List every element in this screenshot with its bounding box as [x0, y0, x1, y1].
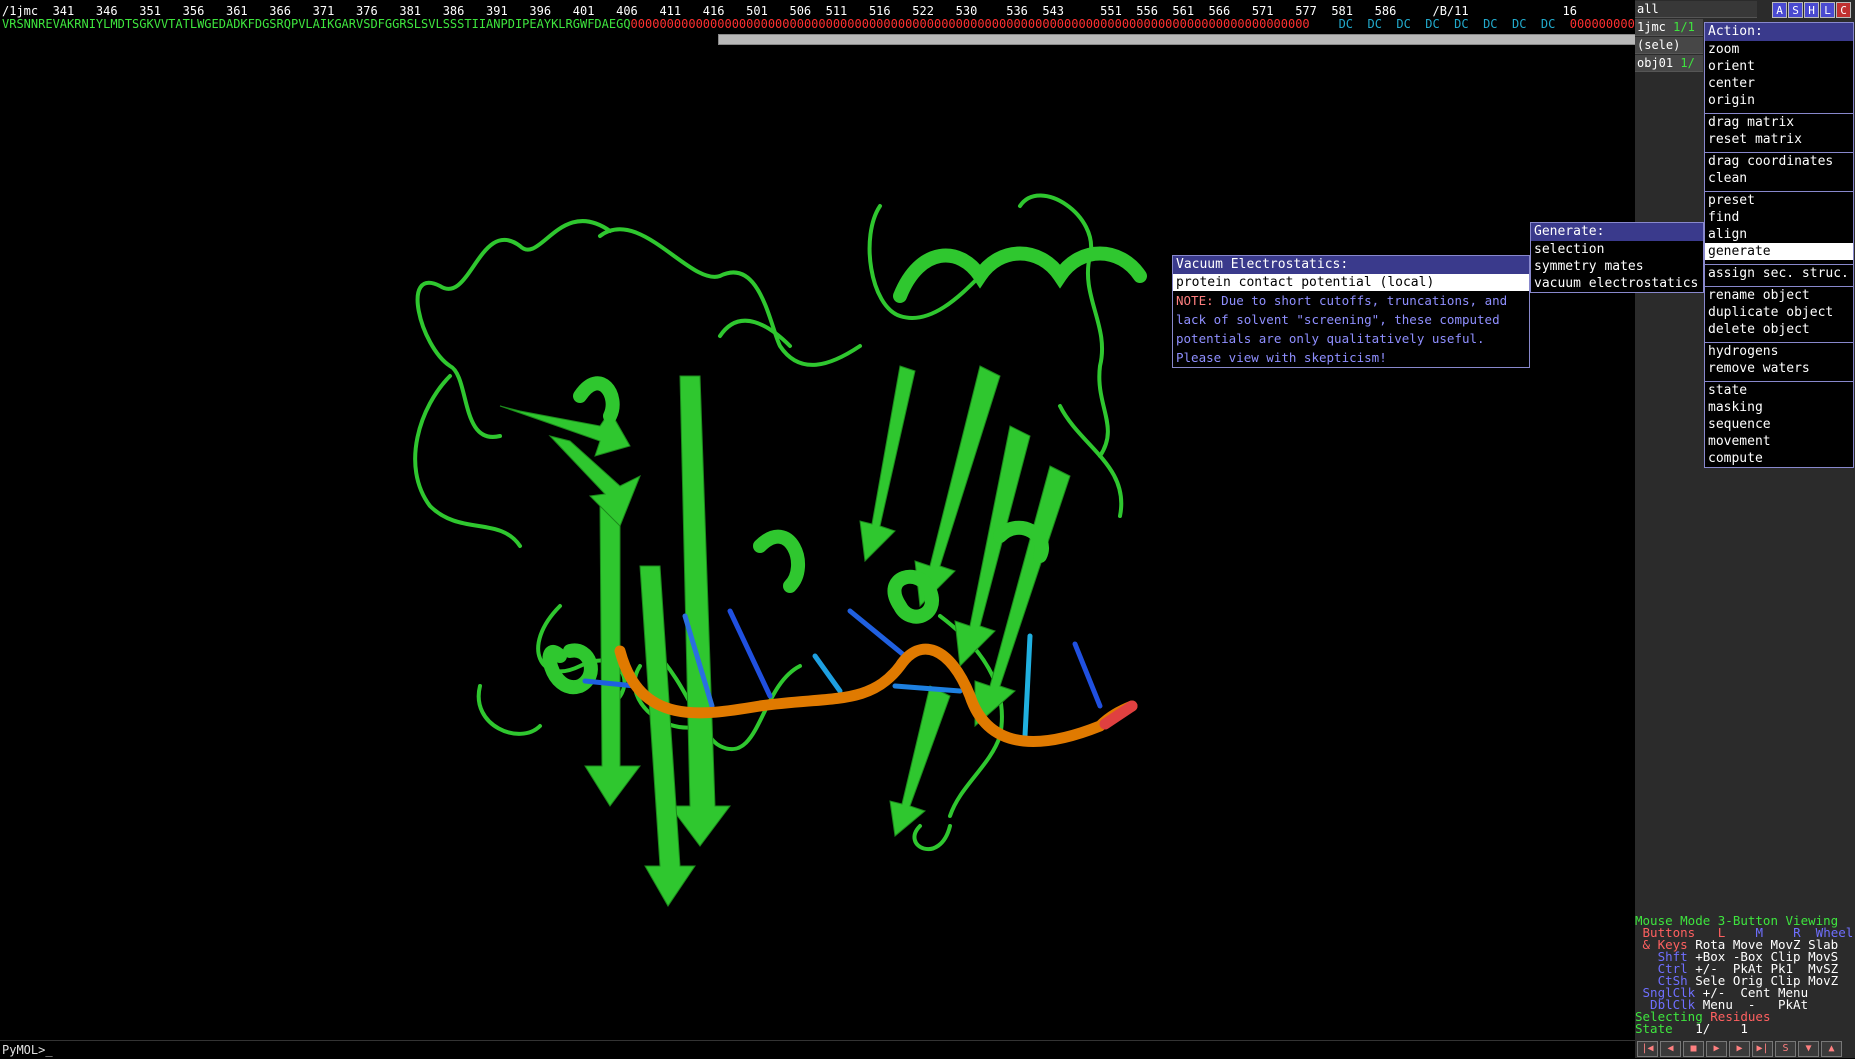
menu-item-compute[interactable]: compute — [1705, 450, 1853, 467]
menu-item-drag-matrix[interactable]: drag matrix — [1705, 114, 1853, 131]
menu-item-delete-object[interactable]: delete object — [1705, 321, 1853, 338]
state-indicator: State 1/ 1 — [1635, 1021, 1748, 1036]
action-menu: Action: zoom orient center origin drag m… — [1704, 22, 1854, 468]
object-state: 1/ — [1680, 56, 1695, 70]
color-button[interactable]: C — [1836, 2, 1851, 18]
object-state: 1/1 — [1673, 20, 1695, 34]
dna-residues[interactable]: DC DC DC DC DC DC DC DC — [1339, 17, 1556, 31]
menu-item-clean[interactable]: clean — [1705, 170, 1853, 187]
label-button[interactable]: L — [1820, 2, 1835, 18]
menu-item-preset[interactable]: preset — [1705, 192, 1853, 209]
electrostatics-note: NOTE: Due to short cutoffs, truncations,… — [1173, 291, 1529, 367]
protein-sequence[interactable]: VRSNNREVAKRNIYLMDTSGKVVTATLWGEDADKFDGSRQ… — [2, 17, 631, 31]
action-menu-title: Action: — [1705, 23, 1853, 41]
menu-item-align[interactable]: align — [1705, 226, 1853, 243]
sequence-residue-letters[interactable]: VRSNNREVAKRNIYLMDTSGKVVTATLWGEDADKFDGSRQ… — [2, 17, 1649, 31]
object-1jmc[interactable]: 1jmc 1/1 — [1635, 19, 1703, 36]
hide-button[interactable]: H — [1804, 2, 1819, 18]
menu-item-generate[interactable]: generate — [1705, 243, 1853, 260]
menu-item-remove-waters[interactable]: remove waters — [1705, 360, 1853, 377]
scene-down-icon[interactable]: ▼ — [1798, 1041, 1819, 1057]
sequence-viewer[interactable]: /1jmc 341 346 351 356 361 366 371 376 38… — [0, 0, 1750, 46]
water-residues[interactable]: 0000000000000000000000000000000000000000… — [631, 17, 1310, 31]
vacuum-menu-title: Vacuum Electrostatics: — [1173, 256, 1529, 274]
menu-item-orient[interactable]: orient — [1705, 58, 1853, 75]
menu-item-vacuum-electrostatics[interactable]: vacuum electrostatics — [1531, 275, 1703, 292]
object-name: (sele) — [1637, 38, 1681, 52]
vacuum-electrostatics-menu: Vacuum Electrostatics: protein contact p… — [1172, 255, 1530, 368]
sequence-residue-numbers: /1jmc 341 346 351 356 361 366 371 376 38… — [2, 4, 1751, 18]
step-back-icon[interactable]: ◀ — [1660, 1041, 1681, 1057]
object-all[interactable]: all — [1635, 1, 1757, 18]
menu-item-symmetry-mates[interactable]: symmetry mates — [1531, 258, 1703, 275]
menu-item-drag-coordinates[interactable]: drag coordinates — [1705, 153, 1853, 170]
object-name: obj01 — [1637, 56, 1674, 70]
menu-item-center[interactable]: center — [1705, 75, 1853, 92]
play-icon[interactable]: ▶ — [1706, 1041, 1727, 1057]
menu-item-hydrogens[interactable]: hydrogens — [1705, 343, 1853, 360]
menu-item-rename-object[interactable]: rename object — [1705, 287, 1853, 304]
note-line: potentials are only qualitatively useful… — [1176, 331, 1485, 346]
menu-item-zoom[interactable]: zoom — [1705, 41, 1853, 58]
show-button[interactable]: S — [1788, 2, 1803, 18]
generate-menu: Generate: selection symmetry mates vacuu… — [1530, 222, 1704, 293]
note-line: lack of solvent "screening", these compu… — [1176, 312, 1500, 327]
object-sele[interactable]: (sele) — [1635, 37, 1703, 54]
scene-up-icon[interactable]: ▲ — [1821, 1041, 1842, 1057]
molecular-viewport[interactable] — [0, 46, 1635, 1040]
mouse-mode-panel[interactable]: Mouse Mode 3-Button Viewing Buttons L M … — [1635, 914, 1855, 1036]
action-button[interactable]: A — [1772, 2, 1787, 18]
menu-item-movement[interactable]: movement — [1705, 433, 1853, 450]
menu-item-sequence[interactable]: sequence — [1705, 416, 1853, 433]
stop-icon[interactable]: ■ — [1683, 1041, 1704, 1057]
menu-item-origin[interactable]: origin — [1705, 92, 1853, 109]
sequence-scrollbar[interactable] — [718, 34, 1637, 45]
object-name: 1jmc — [1637, 20, 1666, 34]
menu-item-protein-contact-potential[interactable]: protein contact potential (local) — [1173, 274, 1529, 291]
note-line: Please view with skepticism! — [1176, 350, 1387, 365]
menu-item-state[interactable]: state — [1705, 382, 1853, 399]
menu-item-masking[interactable]: masking — [1705, 399, 1853, 416]
rewind-icon[interactable]: |◀ — [1637, 1041, 1658, 1057]
command-line[interactable]: PyMOL>_ — [0, 1040, 1637, 1059]
sculpt-icon[interactable]: S — [1775, 1041, 1796, 1057]
menu-item-selection[interactable]: selection — [1531, 241, 1703, 258]
note-line: Due to short cutoffs, truncations, and — [1213, 293, 1508, 308]
note-label: NOTE: — [1176, 293, 1214, 308]
menu-item-find[interactable]: find — [1705, 209, 1853, 226]
molecule-render[interactable] — [0, 46, 1635, 1040]
fast-forward-icon[interactable]: ▶| — [1752, 1041, 1773, 1057]
step-forward-icon[interactable]: ▶ — [1729, 1041, 1750, 1057]
menu-item-reset-matrix[interactable]: reset matrix — [1705, 131, 1853, 148]
generate-menu-title: Generate: — [1531, 223, 1703, 241]
menu-item-duplicate-object[interactable]: duplicate object — [1705, 304, 1853, 321]
movie-controls: |◀ ◀ ■ ▶ ▶ ▶| S ▼ ▲ — [1637, 1040, 1855, 1058]
protein-strands — [499, 365, 1071, 907]
object-obj01[interactable]: obj01 1/ — [1635, 55, 1703, 72]
menu-item-assign-sec-struc[interactable]: assign sec. struc. — [1705, 265, 1853, 282]
dna-terminus — [1099, 700, 1138, 730]
